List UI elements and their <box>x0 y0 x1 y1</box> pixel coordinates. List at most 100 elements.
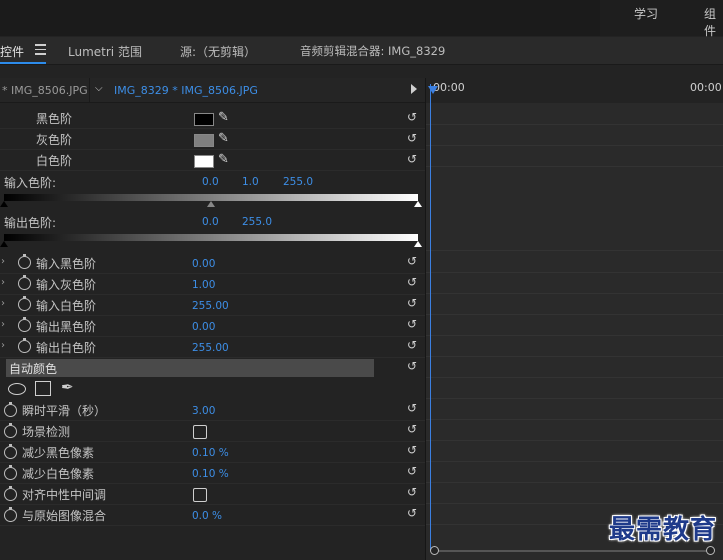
timeline-row-line <box>426 314 723 315</box>
timeline-row-line <box>426 124 723 125</box>
rectangle-mask-icon[interactable] <box>35 381 51 396</box>
param-value[interactable]: 3.00 <box>192 405 215 417</box>
reset-icon[interactable]: ↺ <box>405 131 419 145</box>
timeline-row-line <box>426 503 723 504</box>
input-level-black-value[interactable]: 0.0 <box>202 176 219 188</box>
stopwatch-icon[interactable] <box>4 402 17 417</box>
auto-color-effect-header[interactable] <box>6 359 374 377</box>
param-value[interactable]: 0.10 % <box>192 447 229 459</box>
reset-icon[interactable]: ↺ <box>405 506 419 520</box>
tab-effect-controls[interactable]: 控件 <box>0 43 24 60</box>
workspace-assembly[interactable]: 组件 <box>704 5 723 39</box>
output-levels-gradient <box>4 234 418 241</box>
param-value[interactable]: 0.0 % <box>192 510 222 522</box>
timeline-ruler[interactable] <box>426 78 723 103</box>
timeline-end-time: 00:00 <box>690 81 722 94</box>
input-gray-slider-handle[interactable] <box>207 201 215 207</box>
chevron-right-icon[interactable]: › <box>1 298 5 309</box>
clip-separator <box>89 78 90 102</box>
active-clip-label[interactable]: IMG_8329 * IMG_8506.JPG <box>114 84 258 97</box>
stopwatch-icon[interactable] <box>4 486 17 501</box>
reset-icon[interactable]: ↺ <box>405 401 419 415</box>
watermark-logo: 最需教育 <box>608 515 717 545</box>
gray-level-label: 灰色阶 <box>36 133 73 147</box>
reset-icon[interactable]: ↺ <box>405 359 419 373</box>
output-levels-label: 输出色阶: <box>4 216 57 230</box>
panel-menu-icon[interactable] <box>35 44 46 55</box>
pane-divider[interactable] <box>425 78 426 560</box>
stopwatch-icon[interactable] <box>4 444 17 459</box>
playhead-line[interactable] <box>430 84 431 550</box>
reset-icon[interactable]: ↺ <box>405 464 419 478</box>
reset-icon[interactable]: ↺ <box>405 422 419 436</box>
param-label: 场景检测 <box>22 425 71 439</box>
tab-source[interactable]: 源:（无剪辑） <box>180 43 256 60</box>
timeline-row-line <box>426 272 723 273</box>
chevron-down-icon[interactable]: ⌵ <box>95 83 103 94</box>
param-label: 输出黑色阶 <box>36 320 97 334</box>
chevron-right-icon[interactable]: › <box>1 340 5 351</box>
output-black-slider-handle[interactable] <box>0 241 8 247</box>
stopwatch-icon[interactable] <box>18 296 31 311</box>
pen-mask-icon[interactable]: ✒ <box>61 378 74 396</box>
param-value[interactable]: 0.00 <box>192 321 215 333</box>
eyedropper-icon[interactable]: ✎ <box>218 131 229 146</box>
chevron-right-icon[interactable]: › <box>1 256 5 267</box>
eyedropper-icon[interactable]: ✎ <box>218 152 229 167</box>
scrollbar-track <box>434 550 710 552</box>
scene-detect-checkbox[interactable] <box>193 425 207 439</box>
timeline-zoom-scrollbar[interactable] <box>426 545 723 557</box>
tab-audio-clip-mixer[interactable]: 音频剪辑混合器: IMG_8329 <box>300 43 445 59</box>
param-label: 输入灰色阶 <box>36 278 97 292</box>
ellipse-mask-icon[interactable] <box>8 383 26 395</box>
active-tab-underline <box>0 62 46 64</box>
stopwatch-icon[interactable] <box>18 275 31 290</box>
output-white-slider-handle[interactable] <box>414 241 422 247</box>
scrollbar-left-handle[interactable] <box>430 546 439 555</box>
stopwatch-icon[interactable] <box>4 507 17 522</box>
reset-icon[interactable]: ↺ <box>405 152 419 166</box>
reset-icon[interactable]: ↺ <box>405 317 419 331</box>
tab-lumetri-scopes[interactable]: Lumetri 范围 <box>68 43 142 60</box>
gray-swatch[interactable] <box>194 134 214 147</box>
timeline-row-line <box>426 166 723 167</box>
param-value[interactable]: 0.00 <box>192 258 215 270</box>
play-icon[interactable] <box>411 84 417 94</box>
reset-icon[interactable]: ↺ <box>405 338 419 352</box>
reset-icon[interactable]: ↺ <box>405 275 419 289</box>
input-white-slider-handle[interactable] <box>414 201 422 207</box>
output-level-white-value[interactable]: 255.0 <box>242 216 272 228</box>
param-label: 减少黑色像素 <box>22 446 95 460</box>
param-value[interactable]: 1.00 <box>192 279 215 291</box>
stopwatch-icon[interactable] <box>4 423 17 438</box>
reset-icon[interactable]: ↺ <box>405 443 419 457</box>
input-level-white-value[interactable]: 255.0 <box>283 176 313 188</box>
param-value[interactable]: 255.00 <box>192 300 229 312</box>
master-clip-label[interactable]: * IMG_8506.JPG <box>2 84 88 97</box>
input-black-slider-handle[interactable] <box>0 201 8 207</box>
stopwatch-icon[interactable] <box>18 338 31 353</box>
reset-icon[interactable]: ↺ <box>405 296 419 310</box>
reset-icon[interactable]: ↺ <box>405 110 419 124</box>
white-swatch[interactable] <box>194 155 214 168</box>
chevron-right-icon[interactable]: › <box>1 277 5 288</box>
auto-color-title[interactable]: 自动颜色 <box>9 360 57 377</box>
input-level-gray-value[interactable]: 1.0 <box>242 176 259 188</box>
workspace-learning[interactable]: 学习 <box>634 5 658 22</box>
stopwatch-icon[interactable] <box>18 254 31 269</box>
stopwatch-icon[interactable] <box>18 317 31 332</box>
param-value[interactable]: 0.10 % <box>192 468 229 480</box>
eyedropper-icon[interactable]: ✎ <box>218 110 229 125</box>
input-levels-gradient <box>4 194 418 201</box>
scrollbar-right-handle[interactable] <box>706 546 715 555</box>
stopwatch-icon[interactable] <box>4 465 17 480</box>
chevron-right-icon[interactable]: › <box>1 319 5 330</box>
black-swatch[interactable] <box>194 113 214 126</box>
timeline-row-line <box>426 293 723 294</box>
reset-icon[interactable]: ↺ <box>405 254 419 268</box>
output-level-black-value[interactable]: 0.0 <box>202 216 219 228</box>
white-level-label: 白色阶 <box>36 154 73 168</box>
snap-neutral-midtones-checkbox[interactable] <box>193 488 207 502</box>
reset-icon[interactable]: ↺ <box>405 485 419 499</box>
param-value[interactable]: 255.00 <box>192 342 229 354</box>
